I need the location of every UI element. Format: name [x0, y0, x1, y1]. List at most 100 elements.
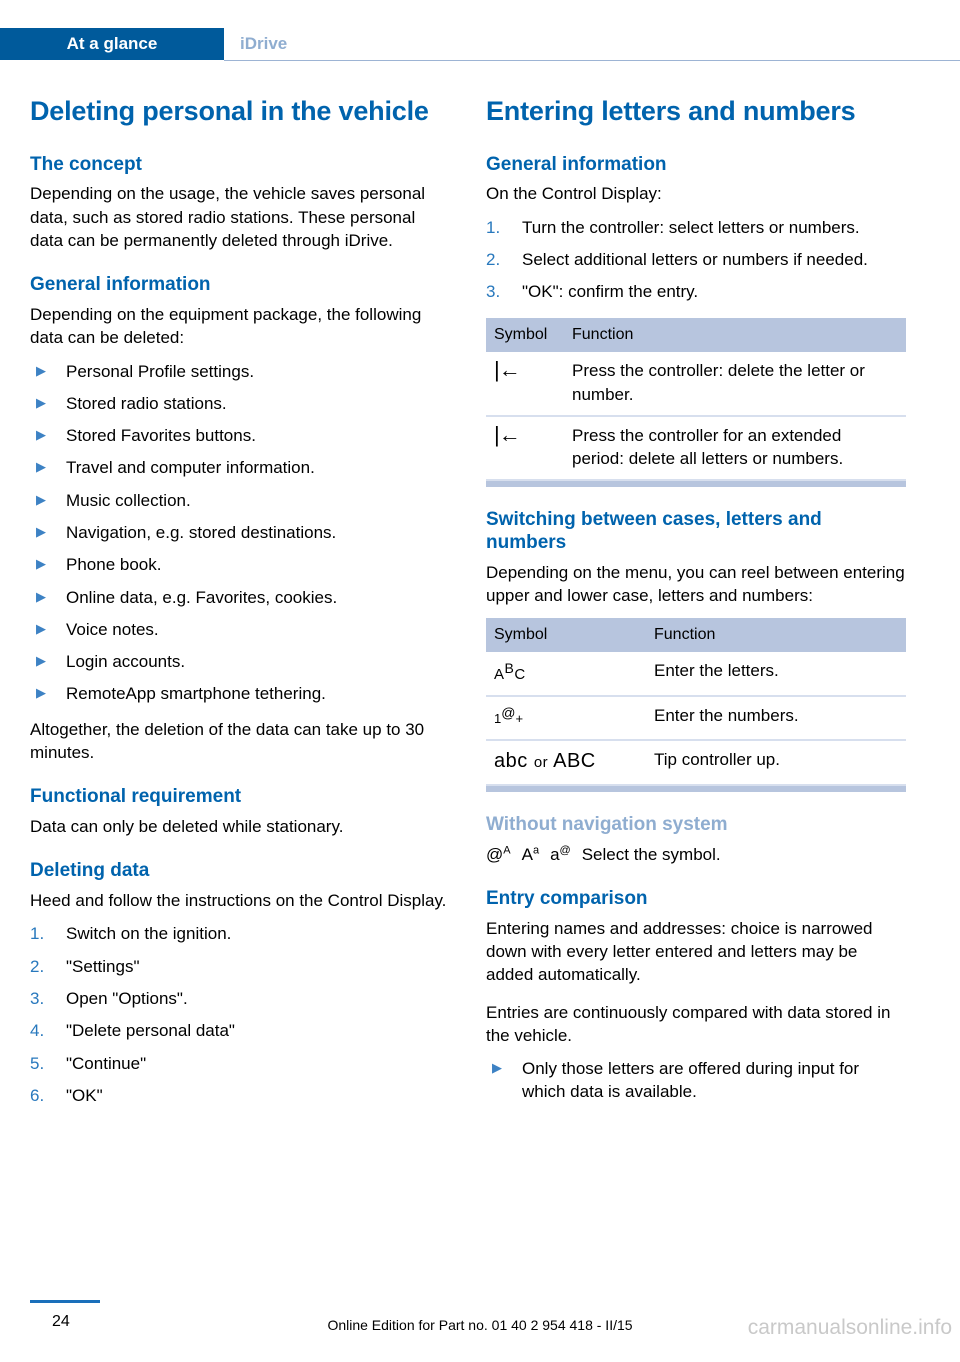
heading-switching-cases: Switching between cases, letters and num…: [486, 509, 822, 554]
paragraph-entry-comparison-1: Entering names and addresses: choice is …: [486, 918, 873, 985]
step-number: 1.: [486, 217, 501, 237]
num-icon-part-b: @: [501, 704, 516, 721]
step-number: 5.: [30, 1053, 45, 1073]
list-item: 1. Turn the controller: select letters or…: [486, 216, 906, 239]
list-item: ▶ Only those letters are offered during i…: [486, 1057, 906, 1104]
case-toggle-icon: abc or ABC: [494, 750, 596, 772]
tab-idrive-label: iDrive: [240, 34, 288, 53]
list-item: ▶ Phone book.: [30, 553, 450, 576]
list-item: 2. "Settings": [30, 955, 450, 978]
function-cell: Press the controller for an extended per…: [564, 415, 906, 482]
list-item: ▶ Music collection.: [30, 489, 450, 512]
abc-icon-part-b: B: [504, 660, 515, 677]
list-item: ▶ Login accounts.: [30, 650, 450, 673]
heading-without-navigation-system: Without navigation system: [486, 813, 728, 835]
page-content: Deleting personal in the vehicle The con…: [0, 96, 960, 1121]
tab-at-a-glance[interactable]: At a glance: [0, 28, 224, 60]
table-bottom-bar-cell: [486, 784, 906, 792]
at-uppercase-sup: A: [503, 844, 511, 857]
heading-the-concept: The concept: [30, 153, 142, 175]
case-icon-lower: abc: [494, 749, 528, 772]
paragraph-deletion-duration: Altogether, the deletion of the data can…: [30, 719, 425, 762]
list-item-label: Stored radio stations.: [66, 393, 227, 413]
step-label: "OK": [66, 1085, 103, 1105]
list-item-label: Navigation, e.g. stored destinations.: [66, 522, 337, 542]
step-number: 6.: [30, 1085, 45, 1105]
list-item: ▶ Online data, e.g. Favorites, cookies.: [30, 586, 450, 609]
list-item-label: Music collection.: [66, 490, 191, 510]
numbers-symbols-icon: 1@+: [494, 705, 524, 727]
uppercase-lowercase-icon: Aa: [522, 843, 539, 866]
function-cell: Enter the numbers.: [646, 695, 906, 741]
entry-comparison-list: ▶ Only those letters are offered during i…: [486, 1057, 906, 1104]
a-upper-sup: a: [532, 844, 540, 857]
table-header-row: Symbol Function: [486, 617, 906, 653]
triangle-bullet-icon: ▶: [36, 620, 46, 636]
a-lower-base: a: [550, 844, 560, 864]
list-item-label: Online data, e.g. Favorites, cookies.: [66, 587, 338, 607]
heading-general-information-right: General information: [486, 153, 667, 175]
list-item: 3. "OK": confirm the entry.: [486, 280, 906, 303]
heading-functional-requirement: Functional requirement: [30, 786, 242, 808]
paragraph-entry-comparison-2: Entries are continuously compared with d…: [486, 1002, 891, 1045]
case-icon-conjunction: or: [533, 753, 549, 771]
list-item: 5. "Continue": [30, 1052, 450, 1075]
header-divider: [224, 60, 960, 61]
abc-icon-part-c: C: [514, 666, 526, 684]
step-number: 4.: [30, 1021, 45, 1041]
list-item: ▶ Stored Favorites buttons.: [30, 424, 450, 447]
column-header-symbol: Symbol: [486, 617, 646, 653]
step-number: 3.: [486, 282, 501, 302]
backspace-icon: |←: [494, 421, 521, 447]
table-bottom-bar: [486, 784, 906, 792]
step-number: 2.: [30, 956, 45, 976]
step-number: 3.: [30, 988, 45, 1008]
lowercase-at-icon: a@: [550, 843, 571, 866]
symbol-cell: |←: [486, 352, 564, 417]
list-item-label: RemoteApp smartphone tethering.: [66, 684, 326, 704]
list-item: ▶ Voice notes.: [30, 618, 450, 641]
at-uppercase-base: @: [486, 844, 504, 864]
function-cell: Enter the letters.: [646, 652, 906, 697]
table-row: |← Press the controller for an extended …: [486, 415, 906, 482]
page-header: At a glance iDrive: [0, 28, 960, 60]
footer-divider: [30, 1300, 100, 1303]
step-label: Open "Options".: [66, 988, 188, 1008]
list-item: 4. "Delete personal data": [30, 1019, 450, 1042]
table-header-row: Symbol Function: [486, 317, 906, 353]
list-item-label: Stored Favorites buttons.: [66, 426, 256, 446]
list-item-label: Voice notes.: [66, 619, 159, 639]
function-cell: Press the controller: delete the letter …: [564, 352, 906, 417]
list-item: ▶ Travel and computer information.: [30, 456, 450, 479]
step-label: Switch on the ignition.: [66, 924, 232, 944]
without-nav-instruction: Select the symbol.: [581, 844, 721, 864]
heading-entry-comparison: Entry comparison: [486, 888, 648, 909]
triangle-bullet-icon: ▶: [36, 653, 46, 669]
deleting-data-steps: 1. Switch on the ignition. 2. "Settings" 3…: [30, 922, 450, 1107]
list-item: ▶ Navigation, e.g. stored destinations.: [30, 521, 450, 544]
list-item-label: Travel and computer information.: [66, 458, 315, 478]
list-item: 6. "OK": [30, 1084, 450, 1107]
num-icon-part-c: +: [515, 711, 524, 727]
list-item-label: Only those letters are offered during in…: [522, 1059, 860, 1102]
column-header-function: Function: [646, 617, 906, 653]
left-page-title: Deleting personal in the vehicle: [30, 96, 429, 126]
function-cell: Tip controller up.: [646, 739, 906, 786]
switching-symbols-table: Symbol Function ABC Enter the letters. 1…: [486, 617, 906, 792]
tab-idrive[interactable]: iDrive: [224, 28, 301, 60]
abc-letters-icon: ABC: [494, 660, 526, 684]
triangle-bullet-icon: ▶: [36, 523, 46, 539]
deletable-data-list: ▶ Personal Profile settings. ▶ Stored radi…: [30, 360, 450, 706]
a-upper-base: A: [521, 844, 533, 864]
paragraph-switching-cases: Depending on the menu, you can reel betw…: [486, 563, 905, 606]
list-item-label: Login accounts.: [66, 652, 186, 672]
case-icon-upper: ABC: [553, 749, 596, 772]
list-item: ▶ Personal Profile settings.: [30, 360, 450, 383]
step-label: "Continue": [66, 1053, 147, 1073]
table-row: 1@+ Enter the numbers.: [486, 695, 906, 741]
table-bottom-bar-cell: [486, 480, 906, 488]
entering-steps: 1. Turn the controller: select letters or…: [486, 216, 906, 304]
triangle-bullet-icon: ▶: [36, 394, 46, 410]
symbol-cell: abc or ABC: [486, 739, 646, 786]
paragraph-control-display: On the Control Display:: [486, 184, 662, 204]
